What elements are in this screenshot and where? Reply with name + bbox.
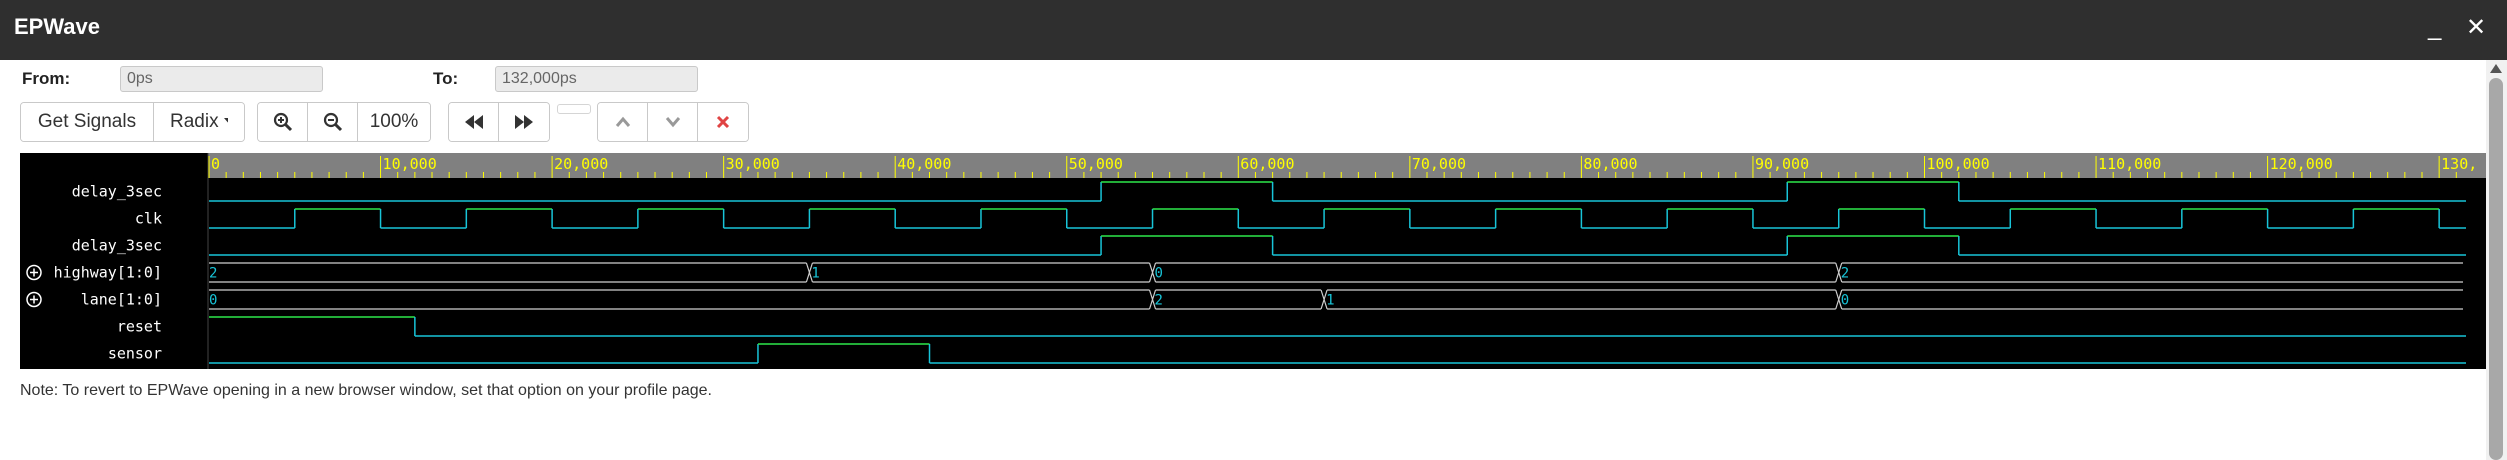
zoom-in-button[interactable] — [258, 103, 308, 141]
ruler-tick-label: 70,000 — [1412, 155, 1466, 173]
scrollbar-thumb[interactable] — [2489, 78, 2503, 460]
signal-name[interactable]: lane[1:0] — [81, 291, 162, 309]
ruler-corner — [20, 153, 208, 178]
bus-value-label: 2 — [1155, 293, 1163, 309]
ruler-tick-label: 120,000 — [2270, 155, 2333, 173]
ruler-tick-label: 130, — [2441, 155, 2477, 173]
fast-forward-icon — [515, 115, 533, 129]
to-field[interactable] — [495, 66, 698, 92]
caret-down-icon — [665, 117, 680, 128]
ruler-tick-label: 100,000 — [1927, 155, 1990, 173]
bus-value-label: 0 — [1841, 293, 1849, 309]
fast-forward-button[interactable] — [499, 103, 549, 141]
window-title: EPWave — [14, 14, 101, 39]
move-up-button[interactable] — [598, 103, 648, 141]
small-blank-button[interactable] — [557, 104, 591, 114]
bus-value-label: 2 — [1841, 266, 1849, 282]
ruler-tick-label: 0 — [211, 155, 220, 173]
bus-value-label: 0 — [209, 293, 217, 309]
signal-name[interactable]: delay_3sec — [72, 183, 162, 201]
from-field[interactable] — [120, 66, 323, 92]
signals-button-group: Get Signals Radix — [20, 102, 245, 142]
signal-edit-button-group — [597, 102, 749, 142]
minimize-button[interactable]: _ — [2428, 14, 2441, 42]
ruler-tick-label: 110,000 — [2098, 155, 2161, 173]
move-down-button[interactable] — [648, 103, 698, 141]
scroll-up-icon[interactable] — [2490, 64, 2502, 73]
bus-value-label: 1 — [1326, 293, 1334, 309]
ruler-tick-label: 80,000 — [1583, 155, 1637, 173]
zoom-level-button[interactable]: 100% — [358, 103, 430, 141]
zoom-button-group: 100% — [257, 102, 431, 142]
ruler-tick-label: 20,000 — [554, 155, 608, 173]
radix-dropdown[interactable]: Radix — [154, 103, 244, 141]
ruler-tick-label: 40,000 — [897, 155, 951, 173]
get-signals-button[interactable]: Get Signals — [21, 103, 154, 141]
zoom-out-icon — [323, 112, 342, 132]
delete-signal-button[interactable] — [698, 103, 748, 141]
caret-up-icon — [615, 116, 630, 127]
close-button[interactable]: ✕ — [2466, 14, 2486, 42]
ruler-tick-label: 90,000 — [1755, 155, 1809, 173]
signal-name[interactable]: reset — [117, 318, 162, 336]
ruler-tick-label: 10,000 — [383, 155, 437, 173]
radix-label: Radix — [170, 111, 219, 132]
to-label: To: — [433, 69, 459, 88]
revert-note: Note: To revert to EPWave opening in a n… — [20, 382, 712, 399]
ruler-tick-label: 50,000 — [1069, 155, 1123, 173]
bus-value-label: 2 — [209, 266, 217, 282]
waveform-viewer[interactable]: 0 10,000 20,000 30,000 40,000 50,000 60,000 70,… — [20, 153, 2487, 369]
from-label: From: — [22, 69, 71, 88]
bus-value-label: 0 — [1155, 266, 1163, 282]
signal-name[interactable]: delay_3sec — [72, 237, 162, 255]
zoom-in-icon — [273, 112, 292, 132]
delete-icon — [716, 115, 730, 129]
caret-down-icon — [223, 118, 228, 124]
vertical-scrollbar[interactable] — [2486, 60, 2507, 460]
ruler-tick-label: 60,000 — [1240, 155, 1294, 173]
window-titlebar: EPWave _ ✕ — [0, 0, 2507, 60]
signal-name[interactable]: sensor — [108, 345, 162, 363]
signal-name[interactable]: highway[1:0] — [54, 264, 162, 282]
rewind-icon — [464, 115, 483, 129]
bus-value-label: 1 — [811, 266, 819, 282]
rewind-button[interactable] — [449, 103, 499, 141]
navigate-button-group — [448, 102, 550, 142]
ruler-tick-label: 30,000 — [726, 155, 780, 173]
zoom-out-button[interactable] — [308, 103, 358, 141]
signal-name[interactable]: clk — [135, 210, 162, 228]
